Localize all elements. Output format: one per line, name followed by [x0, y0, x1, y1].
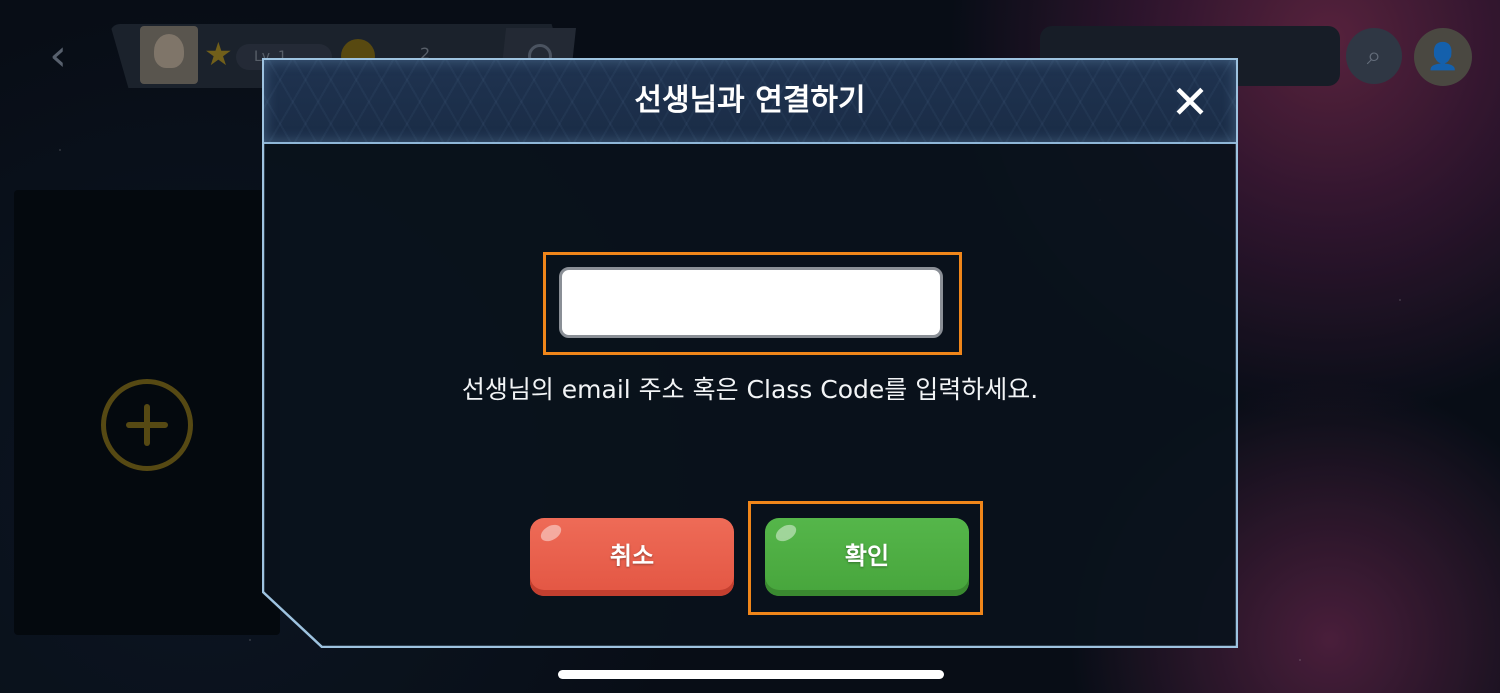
home-indicator[interactable]	[558, 670, 944, 679]
confirm-button[interactable]: 확인	[765, 518, 969, 596]
dialog-header: 선생님과 연결하기 ✕	[264, 60, 1236, 144]
close-button[interactable]: ✕	[1164, 76, 1216, 128]
cancel-button[interactable]: 취소	[530, 518, 734, 596]
close-icon: ✕	[1170, 75, 1210, 129]
dialog-title: 선생님과 연결하기	[634, 83, 866, 118]
instruction-text: 선생님의 email 주소 혹은 Class Code를 입력하세요.	[461, 375, 1039, 404]
teacher-code-input[interactable]	[559, 267, 943, 338]
